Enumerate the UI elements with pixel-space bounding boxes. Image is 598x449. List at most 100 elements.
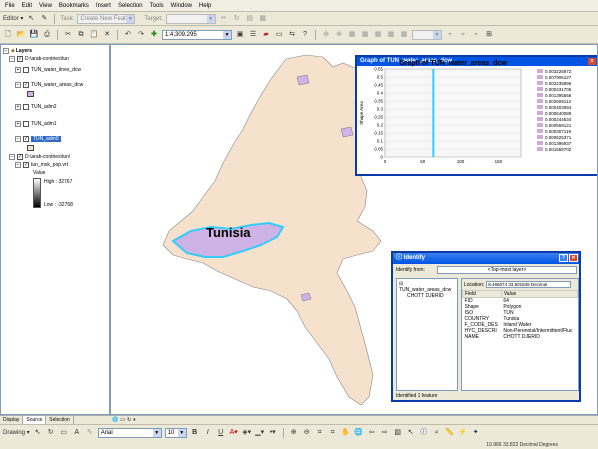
georef-tool-10-icon[interactable]: ⌖ [471, 30, 481, 40]
refresh-icon[interactable]: ↻ [127, 417, 131, 423]
layer-checkbox[interactable] [23, 104, 29, 110]
georef-tool-6-icon[interactable]: ▦ [386, 30, 396, 40]
print-icon[interactable]: ⎙ [42, 30, 52, 40]
select-features-icon[interactable]: ▧ [393, 428, 403, 438]
full-extent-icon[interactable]: 🌐 [354, 428, 364, 438]
cut-icon[interactable]: ✂ [63, 30, 73, 40]
hyperlink-icon[interactable]: ⚡ [458, 428, 468, 438]
toc-raster[interactable]: − ✓ tun_msk_pop.vrt [15, 161, 68, 169]
layer-combo[interactable]: ▼ [412, 29, 442, 40]
georef-tool-3-icon[interactable]: ▦ [347, 30, 357, 40]
menu-edit[interactable]: Edit [20, 3, 34, 9]
line-color-icon[interactable]: ▁▾ [255, 428, 265, 438]
fixed-zoom-out-icon[interactable]: ⌗ [328, 428, 338, 438]
add-data-icon[interactable]: ✚ [149, 30, 159, 40]
expand-icon[interactable]: + [15, 121, 21, 127]
pan-icon[interactable]: ✋ [341, 428, 351, 438]
zoom-in-icon[interactable]: ⊕ [289, 428, 299, 438]
delete-icon[interactable]: ✕ [102, 30, 112, 40]
fixed-zoom-in-icon[interactable]: ⌗ [315, 428, 325, 438]
menu-file[interactable]: File [3, 3, 17, 9]
command-line-icon[interactable]: ▭ [274, 30, 284, 40]
layer-checkbox[interactable] [23, 67, 29, 73]
tab-selection[interactable]: Selection [46, 416, 74, 424]
identify-icon[interactable]: ⓘ [419, 428, 429, 438]
menu-tools[interactable]: Tools [148, 3, 166, 9]
open-folder-icon[interactable]: 📂 [16, 30, 26, 40]
toc-layer[interactable]: + TUN_adm2 [15, 103, 57, 111]
folder-checkbox[interactable]: ✓ [17, 56, 23, 62]
find-icon[interactable]: ⌕ [432, 428, 442, 438]
map-scale-combo[interactable]: 1:4,309,295 ▼ [162, 29, 232, 40]
arctoolbox-icon[interactable]: ▰ [261, 30, 271, 40]
folder-checkbox[interactable]: ✓ [17, 154, 23, 160]
toc-layer-selected[interactable]: − ✓ TUN_adm0 [15, 135, 61, 143]
menu-window[interactable]: Window [169, 3, 194, 9]
identify-titlebar[interactable]: ⓘ Identify ? ✕ [393, 253, 579, 264]
whats-this-icon[interactable]: ? [300, 30, 310, 40]
layer-checkbox[interactable] [23, 121, 29, 127]
menu-bookmarks[interactable]: Bookmarks [57, 3, 91, 9]
toc-layer[interactable]: + TUN_water_lines_dcw [15, 66, 81, 74]
identify-window[interactable]: ⓘ Identify ? ✕ Identify from: <Top-most l… [391, 251, 581, 402]
select-elements-icon[interactable]: ↖ [33, 428, 43, 438]
tab-display[interactable]: Display [0, 416, 24, 424]
measure-icon[interactable]: 📏 [445, 428, 455, 438]
split-tool-icon[interactable]: ✂ [219, 14, 229, 24]
zoom-out-icon[interactable]: ⊖ [302, 428, 312, 438]
expand-icon[interactable]: + [15, 104, 21, 110]
underline-button[interactable]: U [216, 428, 226, 438]
select-elements-2-icon[interactable]: ↖ [406, 428, 416, 438]
toc-folder-1[interactable]: − ✓ D:\arab-contries\tun [9, 55, 69, 63]
layout-icon[interactable]: ⊞ [484, 30, 494, 40]
collapse-icon[interactable]: − [15, 82, 21, 88]
callout-icon[interactable]: ✎ [85, 428, 95, 438]
georef-tool-5-icon[interactable]: ▦ [373, 30, 383, 40]
rotate-tool-icon[interactable]: ↻ [232, 14, 242, 24]
bold-button[interactable]: B [190, 428, 200, 438]
paste-icon[interactable]: 📋 [89, 30, 99, 40]
text-icon[interactable]: A [72, 428, 82, 438]
tree-layer[interactable]: ⊟ TUN_water_areas_dcw [399, 281, 455, 293]
rotate-icon[interactable]: ↻ [46, 428, 56, 438]
sketch-tool-icon[interactable]: ✎ [39, 14, 49, 24]
toc-layer[interactable]: − ✓ TUN_water_areas_dcw [15, 81, 83, 89]
identify-from-combo[interactable]: <Top-most layer> [437, 266, 577, 274]
forward-extent-icon[interactable]: ⇨ [380, 428, 390, 438]
menu-selection[interactable]: Selection [116, 3, 145, 9]
editor-toolbar-icon[interactable]: ▣ [235, 30, 245, 40]
field-header[interactable]: Field [462, 290, 502, 298]
georef-tool-8-icon[interactable]: ⌖ [445, 30, 455, 40]
marker-color-icon[interactable]: •▾ [268, 428, 278, 438]
sketch-properties-icon[interactable]: ▦ [258, 14, 268, 24]
toc-folder-2[interactable]: − ✓ D:\arab-contries\tun\ [9, 153, 70, 161]
pause-icon[interactable]: ⏸ [133, 417, 136, 423]
georef-tool-2-icon[interactable]: ⊗ [334, 30, 344, 40]
italic-button[interactable]: I [203, 428, 213, 438]
font-color-icon[interactable]: A▾ [229, 428, 239, 438]
copy-icon[interactable]: ⧉ [76, 30, 86, 40]
georef-tool-1-icon[interactable]: ⊕ [321, 30, 331, 40]
collapse-icon[interactable]: − [15, 162, 21, 168]
editor-menu-button[interactable]: Editor ▾ [3, 14, 23, 24]
rectangle-icon[interactable]: ▭ [59, 428, 69, 438]
graph-window[interactable]: Graph of TUN_water_areas_dcw x Graph of … [355, 55, 597, 176]
collapse-icon[interactable]: − [15, 136, 21, 142]
help-icon[interactable]: ? [559, 254, 568, 262]
menu-view[interactable]: View [37, 3, 54, 9]
collapse-icon[interactable]: − [9, 154, 15, 160]
layer-checkbox[interactable]: ✓ [23, 82, 29, 88]
data-view-icon[interactable]: 🌐 [112, 417, 118, 423]
layer-checkbox[interactable]: ✓ [23, 136, 29, 142]
menu-insert[interactable]: Insert [94, 3, 113, 9]
toc-root[interactable]: − ◆ Layers [3, 47, 32, 55]
model-builder-icon[interactable]: ⇆ [287, 30, 297, 40]
back-extent-icon[interactable]: ⇦ [367, 428, 377, 438]
drawing-menu-button[interactable]: Drawing ▾ [3, 428, 30, 438]
layout-view-icon[interactable]: ▭ [120, 417, 125, 423]
task-combo[interactable]: Create New Feature ▼ [77, 13, 136, 24]
layer-checkbox[interactable]: ✓ [23, 162, 29, 168]
undo-icon[interactable]: ↶ [123, 30, 133, 40]
save-icon[interactable]: 💾 [29, 30, 39, 40]
tab-source[interactable]: Source [23, 416, 47, 424]
